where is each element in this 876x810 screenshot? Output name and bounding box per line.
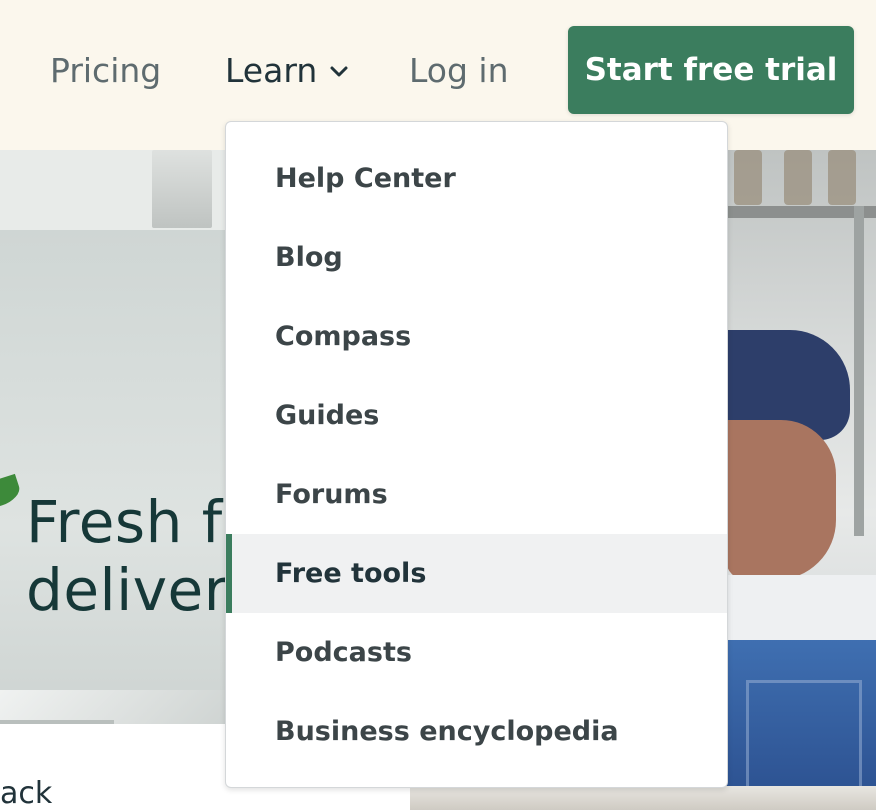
start-free-trial-button[interactable]: Start free trial bbox=[568, 26, 854, 114]
laptop-image bbox=[410, 786, 876, 810]
chevron-down-icon bbox=[330, 66, 348, 77]
menu-item-blog[interactable]: Blog bbox=[226, 218, 727, 297]
jar-image bbox=[734, 150, 762, 205]
nav-pricing-link[interactable]: Pricing bbox=[50, 50, 161, 92]
person-face-image bbox=[726, 420, 836, 580]
nav-learn-toggle[interactable]: Learn bbox=[225, 50, 348, 92]
page: Fresh fo delivere ack Pricing Learn Log … bbox=[0, 0, 876, 810]
denim-apron-image bbox=[726, 640, 876, 810]
hero-partial-text: ack bbox=[0, 776, 53, 810]
jar-image bbox=[784, 150, 812, 205]
shelf-post-image bbox=[854, 206, 864, 536]
menu-item-guides[interactable]: Guides bbox=[226, 376, 727, 455]
menu-item-free-tools[interactable]: Free tools bbox=[226, 534, 727, 613]
nav-learn-label: Learn bbox=[225, 51, 318, 90]
menu-item-business-encyclopedia[interactable]: Business encyclopedia bbox=[226, 692, 727, 771]
menu-item-compass[interactable]: Compass bbox=[226, 297, 727, 376]
leaf-image bbox=[0, 473, 23, 513]
menu-item-podcasts[interactable]: Podcasts bbox=[226, 613, 727, 692]
jar-image bbox=[828, 150, 856, 205]
nav-login-link[interactable]: Log in bbox=[409, 50, 509, 92]
learn-dropdown-menu: Help Center Blog Compass Guides Forums F… bbox=[225, 121, 728, 788]
background-jar-image bbox=[152, 150, 212, 228]
menu-item-help-center[interactable]: Help Center bbox=[226, 139, 727, 218]
menu-item-forums[interactable]: Forums bbox=[226, 455, 727, 534]
hero-photo-woman-cooking bbox=[726, 150, 876, 810]
